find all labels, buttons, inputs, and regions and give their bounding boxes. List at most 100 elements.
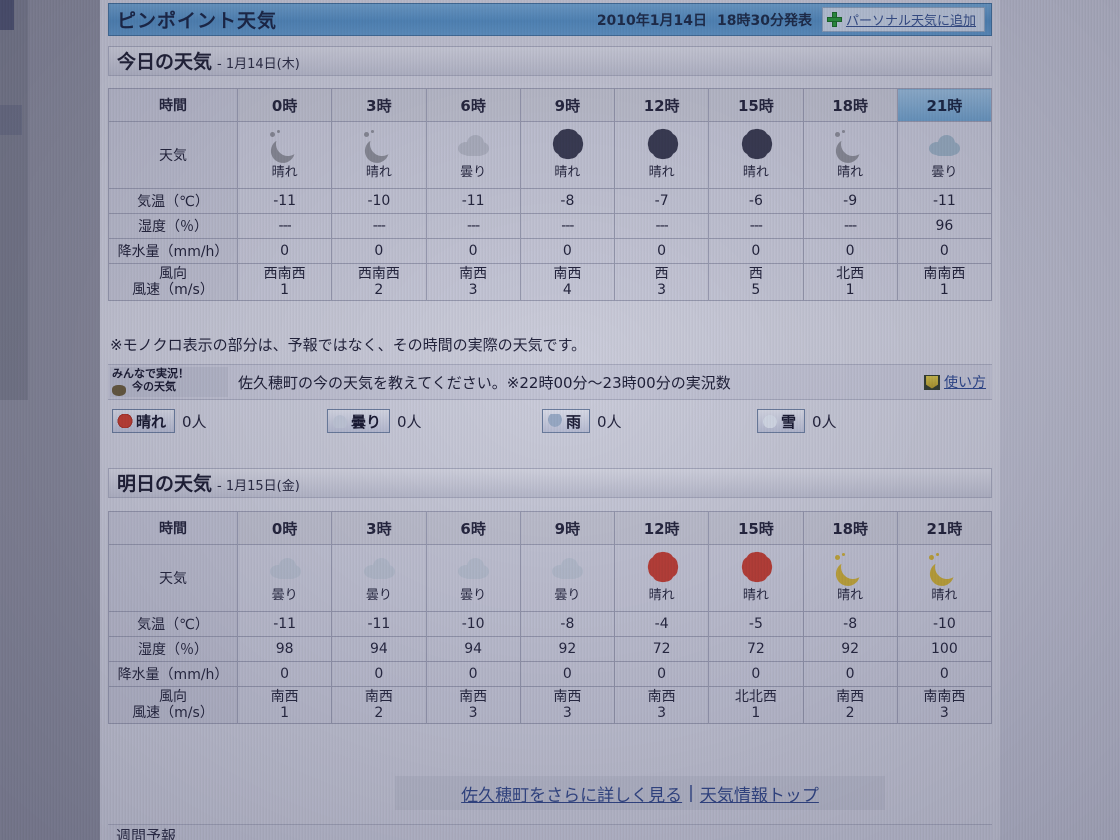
wind-direction: 西南西 [357,266,400,282]
rainfall-cell: 0 [331,238,427,264]
live-report-logo: みんなで実況！ 今の天気 [110,367,228,397]
wind-cell: 西南西 2 [331,262,427,302]
row-header-weather: 天気 [108,121,238,189]
humidity-cell: 72 [613,636,710,662]
column-header-hour: 15時 [708,511,804,545]
row-header-wind: 風向 風速（m/s） [108,262,238,302]
right-rail: Yahoo!携帯 24時間申込受 全国エリア 天気情報ト防災情報警報・注意報台風… [1000,0,1120,840]
wind-speed: 3 [657,705,667,722]
weather-label: 晴れ [271,165,298,180]
temperature-cell: -8 [802,611,898,637]
temperature-cell: -10 [425,611,521,637]
live-report-logo-line1: みんなで実況！ [112,367,189,380]
tomorrow-forecast-table: 時間 0時 3時 6時 9時 12時 15時 18時 21時 天気 曇り 曇り 曇り 曇り 晴れ 晴れ 晴… [108,511,993,725]
table-row-weather: 天気 曇り 曇り 曇り 曇り 晴れ 晴れ 晴れ 晴れ [108,544,993,612]
moon-icon [832,553,868,583]
sun-vote-icon [117,414,133,428]
wind-cell: 西南西 1 [236,262,333,302]
weather-cell: 曇り [425,544,521,612]
sun-icon [738,125,776,163]
rainfall-cell: 0 [802,661,898,687]
vote-button[interactable]: 雨 [542,409,591,433]
weather-label: 曇り [931,165,958,180]
live-report-bar: みんなで実況！ 今の天気 佐久穂町の今の天気を教えてください。※22時00分〜2… [108,364,992,400]
humidity-cell: --- [425,213,521,239]
wind-cell: 南西 3 [519,685,616,725]
wind-cell: 南西 3 [425,262,521,302]
how-to-use-link[interactable]: 使い方 [944,372,986,392]
rain-vote-icon [547,414,563,428]
column-header-hour: 18時 [802,88,898,122]
add-personal-weather-link[interactable]: パーソナル天気に追加 [846,10,976,29]
humidity-cell: --- [613,213,710,239]
wind-speed: 5 [751,282,761,299]
row-header-rain: 降水量（mm/h） [108,661,238,687]
snow-vote-icon [762,414,778,428]
vote-button[interactable]: 晴れ [112,409,176,433]
tomorrow-section-bar: 明日の天気 - 1月15日(金) [108,468,992,498]
vote-group-0: 晴れ 0人 [112,409,327,433]
wind-speed: 1 [280,705,290,722]
rainfall-cell: 0 [708,238,804,264]
table-row-temp: 気温（℃） -11 -11 -10 -8 -4 -5 -8 -10 [108,611,993,637]
weather-label: 曇り [460,588,487,603]
weather-cell: 晴れ [802,544,898,612]
main-content: ピンポイント天気 2010年1月14日 18時30分発表 パーソナル天気に追加 … [100,0,1000,840]
rainfall-cell: 0 [519,238,616,264]
vote-count: 0人 [812,412,837,431]
rainfall-cell: 0 [425,238,521,264]
weather-cell: 晴れ [613,121,710,189]
weather-label: 晴れ [837,165,864,180]
wind-speed: 3 [657,282,667,299]
weather-cell: 曇り [519,544,616,612]
temperature-cell: -6 [708,188,804,214]
sun-icon [738,548,776,586]
column-header-hour: 0時 [236,511,333,545]
humidity-cell: 100 [896,636,993,662]
wind-speed: 3 [468,705,478,722]
column-header-hour: 21時 [896,88,993,122]
cloud-icon [455,130,491,160]
moon-icon [926,553,962,583]
add-personal-weather-button[interactable]: パーソナル天気に追加 [821,7,985,32]
table-row-weather: 天気 晴れ 晴れ 曇り 晴れ 晴れ 晴れ 晴れ 曇り [108,121,993,189]
cloud-icon [361,553,397,583]
today-section-bar: 今日の天気 - 1月14日(木) [108,46,992,76]
wind-cell: 南西 4 [519,262,616,302]
vote-button[interactable]: 曇り [327,409,391,433]
weather-label: 晴れ [931,588,958,603]
temperature-cell: -11 [236,611,333,637]
wind-cell: 南西 3 [613,685,710,725]
weather-label: 曇り [554,588,581,603]
temperature-cell: -4 [613,611,710,637]
wind-direction: 北西 [836,266,865,282]
humidity-cell: --- [519,213,616,239]
temperature-cell: -5 [708,611,804,637]
wind-cell: 南西 2 [331,685,427,725]
cloud-vote-icon [332,414,348,428]
bird-icon [112,385,126,396]
weather-top-link[interactable]: 天気情報トップ [700,781,819,806]
weather-cell: 晴れ [802,121,898,189]
row-header-humidity: 湿度（％） [108,636,238,662]
weather-label: 曇り [271,588,298,603]
wind-speed: 1 [280,282,290,299]
moon-icon [267,130,303,160]
sun-icon [644,548,682,586]
wind-direction: 南西 [647,689,676,705]
rainfall-cell: 0 [802,238,898,264]
vote-button[interactable]: 雪 [757,409,806,433]
forecast-time: 18時30分発表 [717,12,812,29]
window-edge-button [0,105,22,135]
row-header-wind-dir: 風向 [159,689,187,705]
detail-link[interactable]: 佐久穂町をさらに詳しく見る [461,781,682,806]
help-link-group[interactable]: 使い方 [924,372,992,392]
cloud-icon [267,553,303,583]
cloud-icon [549,553,585,583]
wind-direction: 西 [748,266,763,282]
humidity-cell: 72 [708,636,804,662]
wind-speed: 1 [751,705,761,722]
wind-cell: 南西 2 [802,685,898,725]
weather-label: 晴れ [742,588,769,603]
weather-cell: 晴れ [896,544,993,612]
